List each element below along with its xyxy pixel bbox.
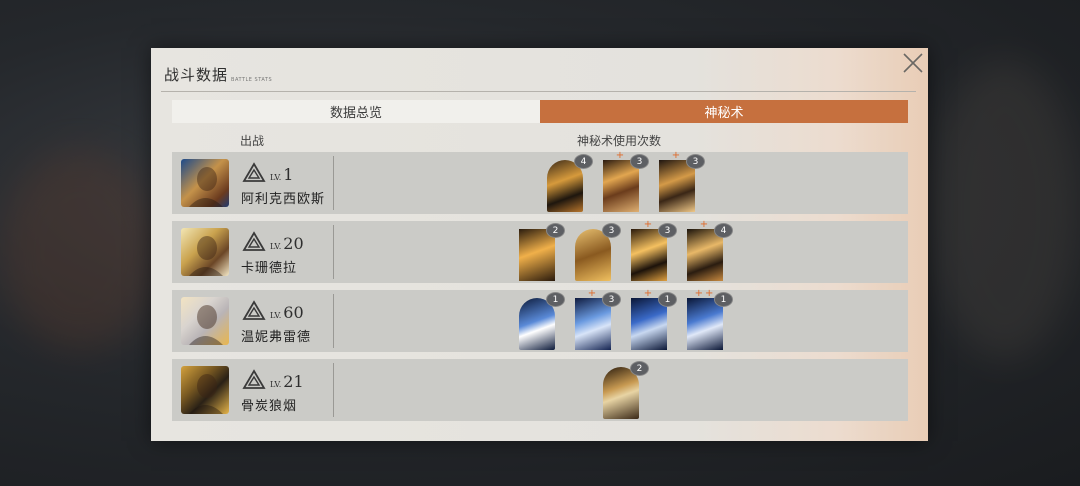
portrait-cassandra-icon [189,236,223,276]
header-divider [161,91,916,92]
arcanum-card[interactable]: + 1 [631,289,677,350]
card-usage-count-badge: 2 [630,361,649,376]
level-value: 20 [283,234,304,253]
modal-header: 战斗数据 BATTLE STATS [164,64,272,85]
character-name: 骨炭狼烟 [241,399,298,414]
arcanum-card[interactable]: + 3 [659,151,705,212]
card-usage-count-badge: 2 [546,223,565,238]
tab-bar: 数据总览 神秘术 [172,100,908,123]
character-avatar [181,366,229,414]
character-name: 卡珊德拉 [241,261,298,276]
card-usage-count-badge: 1 [546,292,565,307]
character-avatar [181,297,229,345]
character-row: LV. 60 温妮弗雷德 1 + 3 + 1 ++ 1 [172,289,908,352]
card-usage-count-badge: 3 [658,223,677,238]
arcanum-card-list: 2 3 + 3 + 4 [334,220,908,283]
character-level: LV. 1 [270,165,293,184]
character-level: LV. 60 [270,303,304,322]
arcanum-card[interactable]: + 3 [603,151,649,212]
portrait-warrior-icon [189,167,223,207]
arcanum-card[interactable]: 2 [519,223,565,281]
rank-triangle-icon [242,369,266,389]
rank-triangle-icon [242,231,266,251]
arcanum-card[interactable]: 4 [547,154,593,212]
character-level: LV. 20 [270,234,304,253]
level-prefix: LV. [270,311,282,320]
background-blur [0,150,160,350]
character-row: LV. 20 卡珊德拉 2 3 + 3 + 4 [172,220,908,283]
character-avatar [181,228,229,276]
card-usage-count-badge: 4 [714,223,733,238]
arcanum-card[interactable]: + 4 [687,220,733,281]
level-value: 21 [283,372,304,391]
arcanum-card[interactable]: + 3 [575,289,621,350]
card-usage-count-badge: 3 [602,292,621,307]
portrait-wolf-icon [189,374,223,414]
character-name: 温妮弗雷德 [241,330,312,345]
character-level: LV. 21 [270,372,304,391]
card-usage-count-badge: 3 [602,223,621,238]
level-prefix: LV. [270,173,282,182]
close-button[interactable] [902,52,924,74]
arcanum-card-list: 2 [334,359,908,421]
character-avatar [181,159,229,207]
arcanum-card-list: 1 + 3 + 1 ++ 1 [334,289,908,352]
arcanum-card[interactable]: ++ 1 [687,289,733,350]
arcanum-card[interactable]: 2 [603,361,649,419]
card-usage-count-badge: 3 [686,154,705,169]
level-prefix: LV. [270,380,282,389]
rank-triangle-icon [242,162,266,182]
card-usage-count-badge: 1 [658,292,677,307]
level-value: 1 [283,165,294,184]
card-usage-count-badge: 4 [574,154,593,169]
level-prefix: LV. [270,242,282,251]
modal-subtitle: BATTLE STATS [231,77,273,83]
card-usage-count-badge: 3 [630,154,649,169]
card-usage-count-badge: 1 [714,292,733,307]
tab-arcanum[interactable]: 神秘术 [540,100,908,123]
arcanum-card[interactable]: 3 [575,223,621,281]
arcanum-card[interactable]: + 3 [631,220,677,281]
level-value: 60 [283,303,304,322]
character-row: LV. 21 骨炭狼烟 2 [172,359,908,421]
character-name: 阿利克西欧斯 [241,192,326,207]
arcanum-card-list: 4 + 3 + 3 [334,151,908,214]
rank-triangle-icon [242,300,266,320]
close-icon [903,53,923,73]
column-header-usage: 神秘术使用次数 [577,134,662,148]
column-header-deploy: 出战 [240,134,265,148]
arcanum-card[interactable]: 1 [519,292,565,350]
background-blur-right [930,60,1080,360]
modal-title: 战斗数据 [164,66,229,84]
tab-overview[interactable]: 数据总览 [172,100,540,123]
character-row: LV. 1 阿利克西欧斯 4 + 3 + 3 [172,151,908,214]
battle-stats-modal: 战斗数据 BATTLE STATS 数据总览 神秘术 出战 神秘术使用次数 LV… [151,48,928,441]
portrait-winifred-icon [189,305,223,345]
